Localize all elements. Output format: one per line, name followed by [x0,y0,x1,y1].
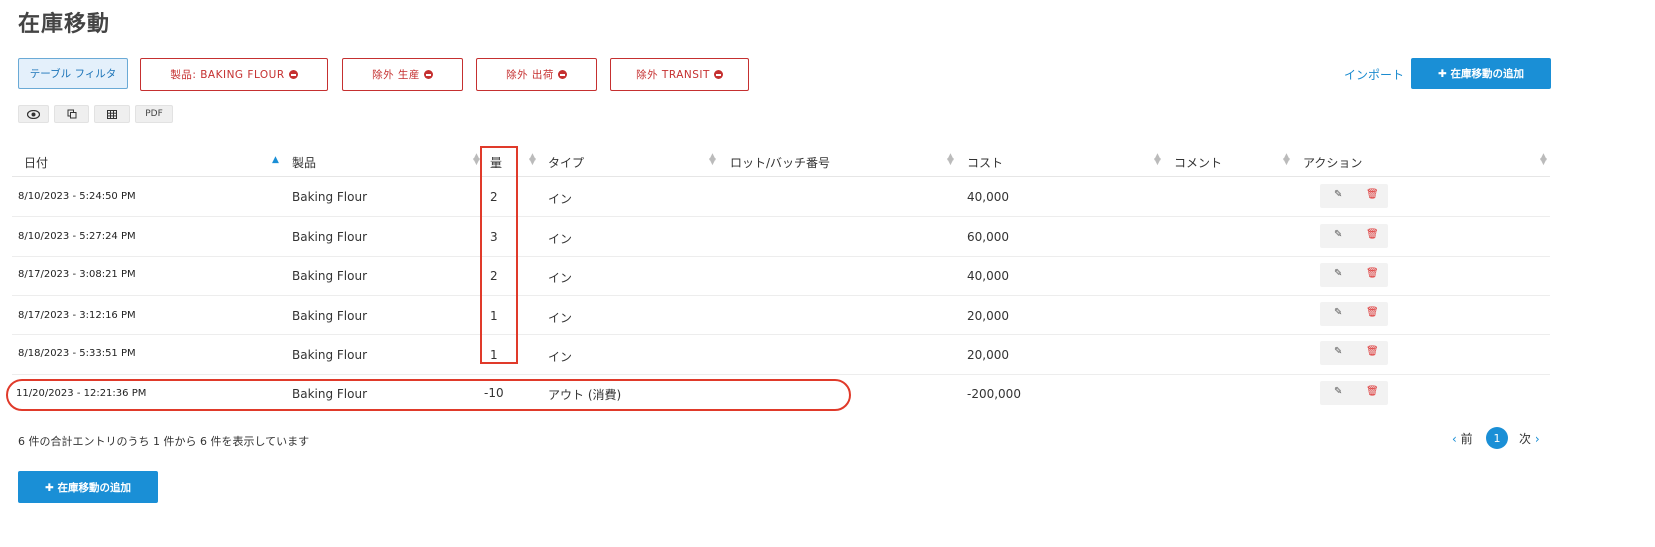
edit-icon[interactable]: ✎ [1334,268,1342,279]
edit-icon[interactable]: ✎ [1334,386,1342,397]
pagination-prev[interactable]: ‹ 前 [1452,430,1473,447]
cell-date: 8/18/2023 - 5:33:51 PM [18,348,136,359]
row-actions: ✎ 🗑 [1320,263,1388,287]
row-divider [12,256,1550,257]
cell-product: Baking Flour [292,230,368,244]
table-filter-button[interactable]: テーブル フィルタ [18,58,128,89]
cell-date: 8/10/2023 - 5:27:24 PM [18,231,136,242]
pagination-prev-label: 前 [1460,432,1473,446]
edit-icon[interactable]: ✎ [1334,346,1342,357]
column-header-type[interactable]: タイプ [548,154,584,171]
remove-icon[interactable] [557,70,567,79]
chevron-left-icon: ‹ [1452,432,1457,446]
column-header-date[interactable]: 日付 [24,154,48,171]
column-visibility-button[interactable] [18,105,49,123]
cell-type: イン [548,350,573,364]
cell-cost: 20,000 [967,348,1009,362]
copy-icon [67,109,76,119]
eye-icon [27,109,40,119]
highlight-oval [6,379,851,411]
sort-icon[interactable]: ▲ ▼ [709,153,716,167]
column-header-lot[interactable]: ロット/バッチ番号 [730,154,830,171]
add-stock-movement-button[interactable]: ✚ 在庫移動の追加 [1411,58,1551,89]
highlight-rectangle [480,146,518,364]
cell-product: Baking Flour [292,309,368,323]
trash-icon[interactable]: 🗑 [1366,386,1379,397]
trash-icon[interactable]: 🗑 [1366,307,1379,318]
edit-icon[interactable]: ✎ [1334,307,1342,318]
filter-chip-label: 除外 生産 [372,69,420,81]
filter-chip-label: 除外 出荷 [506,69,554,81]
remove-icon[interactable] [288,70,298,79]
cell-type: イン [548,232,573,246]
sort-icon[interactable]: ▲ ▼ [473,153,480,167]
filter-chip-label: 製品: BAKING FLOUR [170,69,285,81]
cell-cost: 40,000 [967,190,1009,204]
trash-icon[interactable]: 🗑 [1366,346,1379,357]
sort-icon[interactable]: ▲ ▼ [947,153,954,167]
header-divider [12,176,1550,177]
column-header-product[interactable]: 製品 [292,154,316,171]
column-header-actions: アクション [1303,156,1363,170]
table-info: 6 件の合計エントリのうち 1 件から 6 件を表示しています [18,435,310,448]
row-divider [12,374,1550,375]
sort-icon[interactable]: ▲ ▼ [1283,153,1290,167]
filter-chip-exclude-production[interactable]: 除外 生産 [342,58,463,91]
pagination-next-label: 次 [1519,432,1532,446]
cell-cost: 60,000 [967,230,1009,244]
filter-chip-exclude-transit[interactable]: 除外 TRANSIT [610,58,749,91]
cell-product: Baking Flour [292,269,368,283]
trash-icon[interactable]: 🗑 [1366,189,1379,200]
filter-chip-product[interactable]: 製品: BAKING FLOUR [140,58,328,91]
remove-icon[interactable] [713,70,723,79]
edit-icon[interactable]: ✎ [1334,229,1342,240]
cell-type: イン [548,271,573,285]
cell-date: 8/17/2023 - 3:12:16 PM [18,310,136,321]
cell-cost: -200,000 [967,387,1021,401]
chevron-right-icon: › [1534,432,1540,446]
sort-icon[interactable]: ▲ ▼ [1154,153,1161,167]
cell-cost: 20,000 [967,309,1009,323]
row-divider [12,334,1550,335]
filter-chip-exclude-shipment[interactable]: 除外 出荷 [476,58,597,91]
row-divider [12,295,1550,296]
cell-product: Baking Flour [292,348,368,362]
table-grid-icon [107,109,117,119]
trash-icon[interactable]: 🗑 [1366,229,1379,240]
sort-asc-icon[interactable]: ▲ [272,155,279,165]
export-bar: PDF [18,105,173,123]
remove-icon[interactable] [423,70,433,79]
sort-icon[interactable]: ▲ ▼ [1540,153,1547,167]
column-header-comment[interactable]: コメント [1174,154,1222,171]
excel-button[interactable] [94,105,130,123]
cell-date: 8/17/2023 - 3:08:21 PM [18,269,136,280]
edit-icon[interactable]: ✎ [1334,189,1342,200]
cell-cost: 40,000 [967,269,1009,283]
pagination-page-current[interactable]: 1 [1486,427,1508,449]
row-actions: ✎ 🗑 [1320,224,1388,248]
filter-chip-label: 除外 TRANSIT [636,69,710,81]
cell-date: 8/10/2023 - 5:24:50 PM [18,191,136,202]
column-header-cost[interactable]: コスト [967,154,1003,171]
row-divider [12,216,1550,217]
pagination-next[interactable]: 次 › [1519,430,1540,447]
pdf-button[interactable]: PDF [135,105,173,123]
row-actions: ✎ 🗑 [1320,184,1388,208]
row-actions: ✎ 🗑 [1320,381,1388,405]
row-actions: ✎ 🗑 [1320,302,1388,326]
cell-type: イン [548,192,573,206]
sort-icon[interactable]: ▲ ▼ [529,153,536,167]
row-actions: ✎ 🗑 [1320,341,1388,365]
cell-type: イン [548,311,573,325]
import-link[interactable]: インポート [1344,66,1404,83]
add-stock-movement-button-bottom[interactable]: ✚ 在庫移動の追加 [18,471,158,503]
page-title: 在庫移動 [18,12,111,37]
trash-icon[interactable]: 🗑 [1366,268,1379,279]
cell-product: Baking Flour [292,190,368,204]
copy-button[interactable] [54,105,89,123]
